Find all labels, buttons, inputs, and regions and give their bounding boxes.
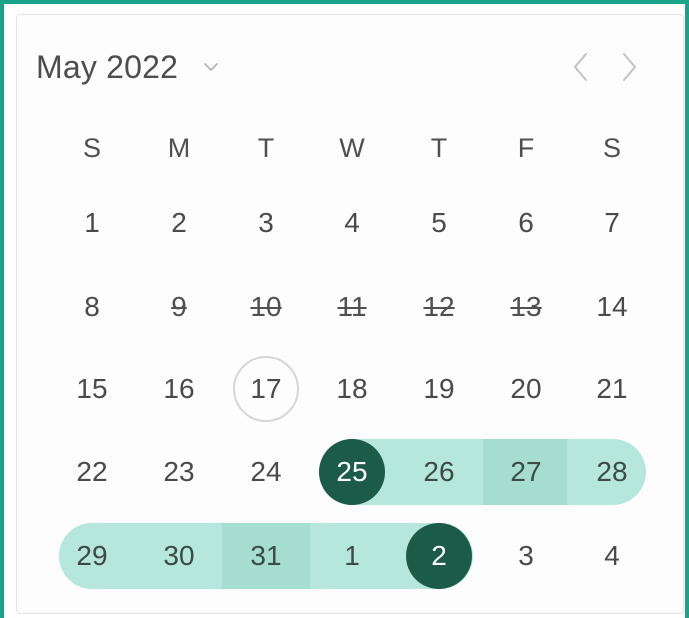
day-cell[interactable]: 7 <box>579 190 645 256</box>
day-cell[interactable]: 19 <box>406 356 472 422</box>
day-cell-in-range[interactable]: 31 <box>233 523 299 589</box>
day-cell[interactable]: 5 <box>406 190 472 256</box>
day-cell[interactable]: 16 <box>146 356 212 422</box>
day-cell[interactable]: 3 <box>493 523 559 589</box>
day-cell[interactable]: 24 <box>233 439 299 505</box>
day-cell-disabled: 10 <box>250 291 282 322</box>
day-cell-in-range[interactable]: 26 <box>406 439 472 505</box>
day-cell[interactable]: 6 <box>493 190 559 256</box>
day-cell-in-range[interactable]: 29 <box>59 523 125 589</box>
weekday-sunday: S <box>82 133 101 163</box>
day-cell[interactable]: 15 <box>59 356 125 422</box>
month-year-label: May 2022 <box>36 48 179 85</box>
chevron-down-icon <box>204 63 219 71</box>
day-cell[interactable]: 14 <box>579 274 645 340</box>
day-cell[interactable]: 4 <box>319 190 385 256</box>
chevron-right-icon <box>623 53 636 81</box>
day-cell[interactable]: 18 <box>319 356 385 422</box>
day-cell[interactable]: 21 <box>579 356 645 422</box>
day-cell-today[interactable]: 17 <box>233 356 299 422</box>
day-cell[interactable]: 1 <box>59 190 125 256</box>
month-select-button[interactable] <box>200 56 222 78</box>
day-cell[interactable]: 2 <box>146 190 212 256</box>
weekday-thursday: T <box>430 133 448 163</box>
weekday-saturday: S <box>602 133 621 163</box>
day-cell-disabled: 9 <box>171 291 187 322</box>
day-cell[interactable]: 22 <box>59 439 125 505</box>
day-cell[interactable]: 4 <box>579 523 645 589</box>
day-cell[interactable]: 23 <box>146 439 212 505</box>
day-cell-in-range[interactable]: 1 <box>319 523 385 589</box>
day-cell[interactable]: 8 <box>59 274 125 340</box>
day-cell[interactable]: 20 <box>493 356 559 422</box>
calendar-header: May 2022 <box>36 46 222 88</box>
day-cell-in-range[interactable]: 28 <box>579 439 645 505</box>
day-cell-range-end[interactable]: 2 <box>406 523 472 589</box>
weekday-wednesday: W <box>339 133 365 163</box>
day-cell-range-start[interactable]: 25 <box>319 439 385 505</box>
day-cell-in-range[interactable]: 30 <box>146 523 212 589</box>
day-cell-disabled: 13 <box>510 291 542 322</box>
day-cell[interactable]: 3 <box>233 190 299 256</box>
weekday-tuesday: T <box>257 133 275 163</box>
next-month-button[interactable] <box>614 48 644 86</box>
day-cell-disabled: 12 <box>423 291 455 322</box>
weekday-friday: F <box>517 133 535 163</box>
previous-month-button[interactable] <box>566 48 596 86</box>
day-cell-disabled: 11 <box>337 291 367 322</box>
chevron-left-icon <box>574 53 587 81</box>
weekday-monday: M <box>167 133 191 163</box>
day-cell-in-range[interactable]: 27 <box>493 439 559 505</box>
